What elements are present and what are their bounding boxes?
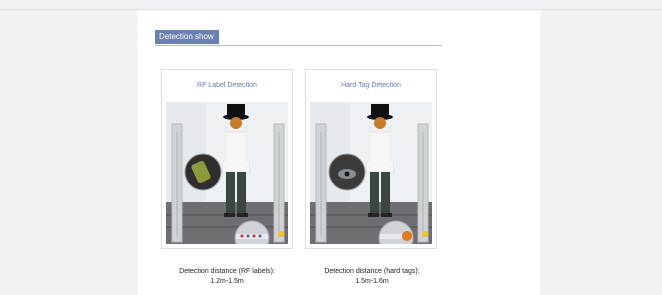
rf-detection-photo — [166, 102, 288, 244]
caption-line: Detection distance (hard tags): — [324, 268, 420, 275]
rf-label-card: RF Label Detection — [161, 69, 293, 249]
section-rule — [155, 45, 442, 46]
hard-tag-detection-photo — [310, 102, 432, 244]
card-title: Hard Tag Detection — [341, 82, 401, 89]
caption-distance: 1.2m-1.5m — [210, 278, 244, 285]
hard-tag-caption: Detection distance (hard tags): 1.5m-1.6… — [297, 267, 447, 287]
hard-tag-card: Hard Tag Detection — [305, 69, 437, 249]
caption-distance: 1.5m-1.6m — [355, 278, 389, 285]
rf-detection-caption: Detection distance (RF labels): 1.2m-1.5… — [152, 267, 302, 287]
section-header: Detection show — [155, 30, 219, 44]
caption-line: Detection distance (RF labels): — [179, 268, 275, 275]
card-title: RF Label Detection — [197, 82, 257, 89]
